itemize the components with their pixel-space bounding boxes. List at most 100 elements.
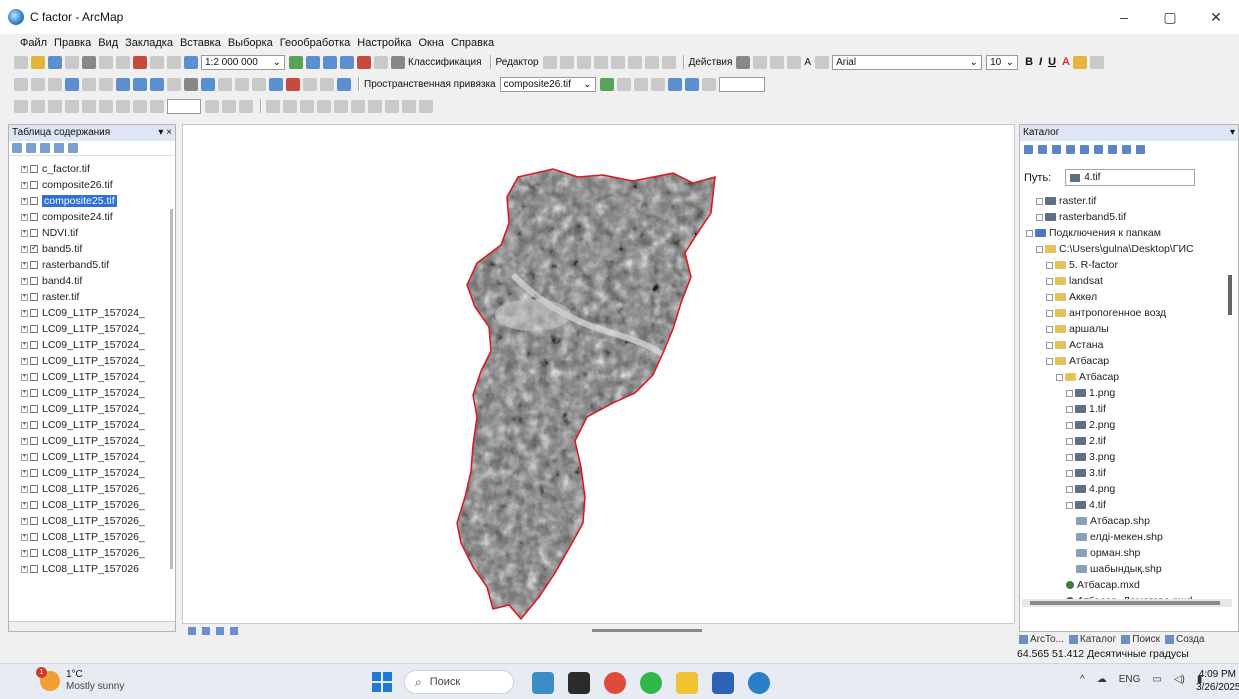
split-icon[interactable] (610, 55, 625, 69)
toc-layer-item[interactable]: + composite24.tif (9, 209, 161, 225)
home-icon[interactable] (1066, 144, 1075, 154)
catalog-tree-item[interactable]: 4.png (1020, 481, 1230, 497)
expand-icon[interactable]: + (21, 293, 28, 301)
toc-scrollbar[interactable] (170, 209, 173, 569)
transparency-input[interactable] (718, 76, 765, 92)
rotate-icon[interactable] (627, 55, 642, 69)
path-field[interactable]: 4.tif (1065, 169, 1196, 186)
catalog-pin-icon[interactable]: ▾ (1230, 127, 1235, 139)
list-by-visibility-icon[interactable] (40, 143, 50, 153)
toggle-contents-icon[interactable] (1094, 144, 1103, 154)
zoom-in-icon[interactable] (14, 77, 28, 91)
fixed-zoom-out-icon[interactable] (99, 77, 113, 91)
editor-tool-2-icon[interactable] (283, 99, 297, 113)
up-one-level-icon[interactable] (1052, 144, 1061, 154)
font-color-button[interactable]: A (1062, 56, 1070, 68)
toc-layer-item[interactable]: + NDVI.tif (9, 225, 161, 241)
language-indicator[interactable]: ENG (1119, 674, 1141, 685)
identify-icon[interactable] (201, 77, 215, 91)
catalog-tree-item[interactable]: 1.tif (1020, 401, 1230, 417)
expand-icon[interactable]: + (21, 421, 28, 429)
catalog-tree-item[interactable]: 5. R-factor (1020, 257, 1230, 273)
toc-layer-item[interactable]: + LC08_L1TP_157026_ (9, 481, 161, 497)
expand-icon[interactable] (1046, 325, 1053, 333)
expand-icon[interactable]: + (21, 389, 28, 397)
expand-icon[interactable] (1046, 309, 1053, 317)
layer-visibility-checkbox[interactable] (30, 357, 38, 365)
layer-visibility-checkbox[interactable] (30, 421, 38, 429)
scroll-thumb[interactable] (1030, 601, 1220, 605)
catalog-tree-item[interactable]: raster.tif (1020, 193, 1230, 209)
catalog-tree-item[interactable]: Атбасар (1020, 369, 1230, 385)
catalog-tree-item[interactable]: орман.shp (1020, 545, 1230, 561)
draw-tool-2-icon[interactable] (31, 99, 45, 113)
connect-folder-icon[interactable] (1080, 144, 1089, 154)
editor-tool-7-icon[interactable] (368, 99, 382, 113)
layer-visibility-checkbox[interactable] (30, 213, 38, 221)
new-icon[interactable] (14, 55, 28, 69)
font-size-combo[interactable]: 10 ⌄ (986, 54, 1019, 70)
layer-visibility-checkbox[interactable] (30, 501, 38, 509)
snapping-menu[interactable]: Пространственная привязка (364, 79, 496, 90)
draw-tool-3-icon[interactable] (48, 99, 62, 113)
pan-icon[interactable] (48, 77, 62, 91)
georef-viewer-icon[interactable] (701, 77, 716, 91)
find-route-icon[interactable] (286, 77, 300, 91)
catalog-window-icon[interactable] (323, 55, 337, 69)
new-icon[interactable] (1122, 144, 1131, 154)
zoom-percent-combo[interactable] (167, 98, 201, 114)
menu-file[interactable]: Файл (20, 37, 47, 49)
rectangle-icon[interactable] (787, 55, 802, 69)
search-window-icon[interactable] (340, 55, 354, 69)
expand-icon[interactable]: + (21, 213, 28, 221)
menu-edit[interactable]: Правка (54, 37, 91, 49)
georef-add-points-icon[interactable] (599, 77, 614, 91)
minimize-button[interactable]: – (1101, 0, 1147, 34)
viewer-window-icon[interactable] (337, 77, 351, 91)
layer-visibility-checkbox[interactable] (30, 181, 38, 189)
time-slider-icon[interactable] (320, 77, 334, 91)
expand-icon[interactable] (1036, 213, 1043, 221)
menu-geoprocessing[interactable]: Геообработка (280, 37, 351, 49)
start-button[interactable] (372, 672, 392, 692)
select-features-icon[interactable] (150, 77, 164, 91)
catalog-tree-item[interactable]: 3.png (1020, 449, 1230, 465)
editor-tool-9-icon[interactable] (402, 99, 416, 113)
menu-windows[interactable]: Окна (418, 37, 444, 49)
sketch-properties-icon[interactable] (661, 55, 676, 69)
catalog-tree-item[interactable]: Подключения к папкам (1020, 225, 1230, 241)
layer-visibility-checkbox[interactable] (30, 229, 38, 237)
draw-tool-7-icon[interactable] (116, 99, 130, 113)
widgets-icon[interactable] (532, 672, 554, 694)
expand-icon[interactable] (1046, 261, 1053, 269)
toc-layer-item[interactable]: + composite26.tif (9, 177, 161, 193)
italic-button[interactable]: I (1039, 56, 1042, 68)
trace-icon[interactable] (593, 55, 608, 69)
whatsapp-icon[interactable] (640, 672, 662, 694)
toc-horizontal-scrollbar[interactable] (9, 621, 175, 631)
menu-view[interactable]: Вид (98, 37, 118, 49)
draw-tool-6-icon[interactable] (99, 99, 113, 113)
callout-icon[interactable] (815, 55, 830, 69)
close-button[interactable]: ✕ (1193, 0, 1239, 34)
expand-icon[interactable] (1056, 373, 1063, 381)
expand-icon[interactable]: + (21, 453, 28, 461)
expand-icon[interactable]: + (21, 405, 28, 413)
layer-visibility-checkbox[interactable] (30, 277, 38, 285)
layout-view-icon[interactable] (202, 626, 210, 635)
word-icon[interactable] (712, 672, 734, 694)
toc-options-icon[interactable] (68, 143, 78, 153)
copy-icon[interactable] (99, 55, 113, 69)
expand-icon[interactable]: + (21, 373, 28, 381)
paste-icon[interactable] (116, 55, 130, 69)
go-to-xy-icon[interactable] (303, 77, 317, 91)
open-icon[interactable] (31, 55, 45, 69)
toc-layer-item[interactable]: + rasterband5.tif (9, 257, 161, 273)
expand-icon[interactable]: + (21, 245, 28, 253)
toc-layer-item[interactable]: + band5.tif (9, 241, 161, 257)
find-icon[interactable] (269, 77, 283, 91)
volume-icon[interactable]: ◁) (1174, 674, 1185, 685)
view-options-icon[interactable] (1136, 144, 1145, 154)
toc-layer-item[interactable]: + LC09_L1TP_157024_ (9, 385, 161, 401)
weather-widget[interactable]: 1 1°C Mostly sunny (36, 667, 124, 693)
